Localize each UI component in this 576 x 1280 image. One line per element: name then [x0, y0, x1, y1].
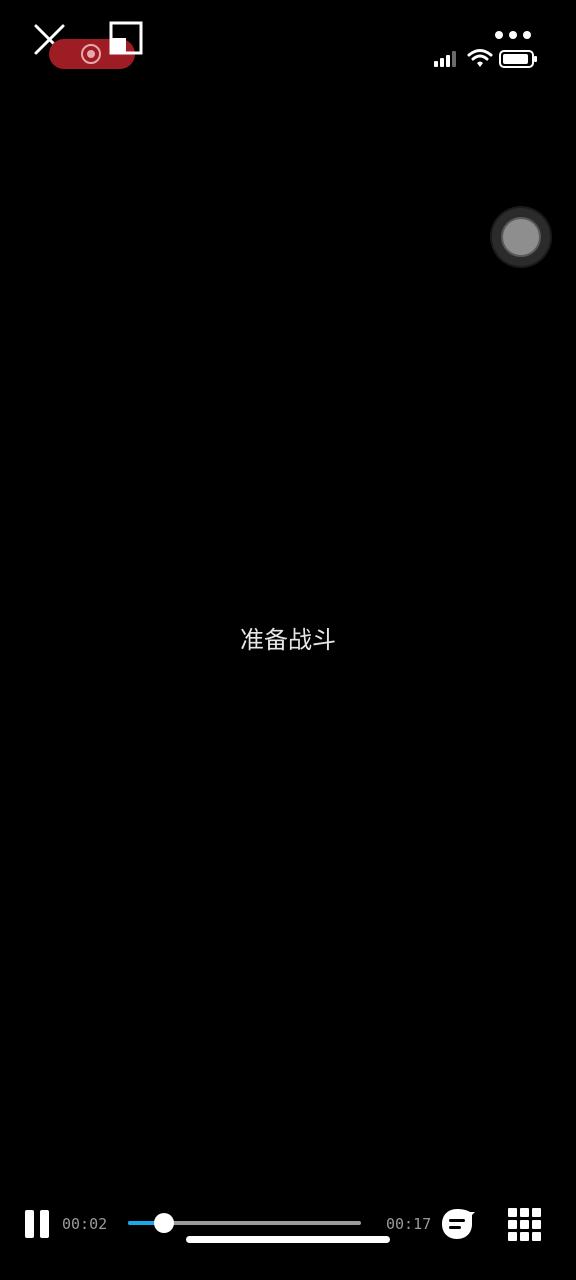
- pause-icon: [25, 1210, 34, 1238]
- video-player-screen: 准备战斗 00:02 00:17: [0, 0, 576, 1280]
- assistive-touch-icon: [501, 217, 541, 257]
- grid-cell: [532, 1220, 541, 1229]
- cellular-signal-icon: [433, 50, 459, 68]
- assistive-touch-button[interactable]: [492, 208, 550, 266]
- grid-menu-button[interactable]: [507, 1207, 541, 1241]
- total-time: 00:17: [386, 1215, 432, 1233]
- grid-cell: [520, 1220, 529, 1229]
- more-dots-icon: [495, 31, 531, 39]
- grid-menu-icon: [508, 1208, 517, 1217]
- picture-in-picture-button[interactable]: [109, 21, 143, 55]
- grid-cell: [520, 1208, 529, 1217]
- subtitle-button[interactable]: [440, 1207, 476, 1241]
- grid-cell: [508, 1232, 517, 1241]
- battery-icon: [499, 49, 539, 69]
- subtitle-icon: [442, 1209, 475, 1239]
- current-time: 00:02: [62, 1215, 108, 1233]
- grid-cell: [520, 1232, 529, 1241]
- pause-icon-bar: [40, 1210, 49, 1238]
- grid-cell: [532, 1232, 541, 1241]
- home-indicator[interactable]: [186, 1236, 390, 1243]
- grid-cell: [508, 1220, 517, 1229]
- progress-handle[interactable]: [154, 1213, 175, 1233]
- more-options-button[interactable]: [493, 27, 533, 43]
- video-caption: 准备战斗: [240, 626, 336, 654]
- pause-button[interactable]: [22, 1208, 52, 1240]
- picture-in-picture-icon: [109, 21, 143, 55]
- progress-slider[interactable]: [128, 1213, 361, 1233]
- screen-record-icon: [81, 44, 101, 64]
- wifi-icon: [467, 47, 493, 69]
- grid-cell: [532, 1208, 541, 1217]
